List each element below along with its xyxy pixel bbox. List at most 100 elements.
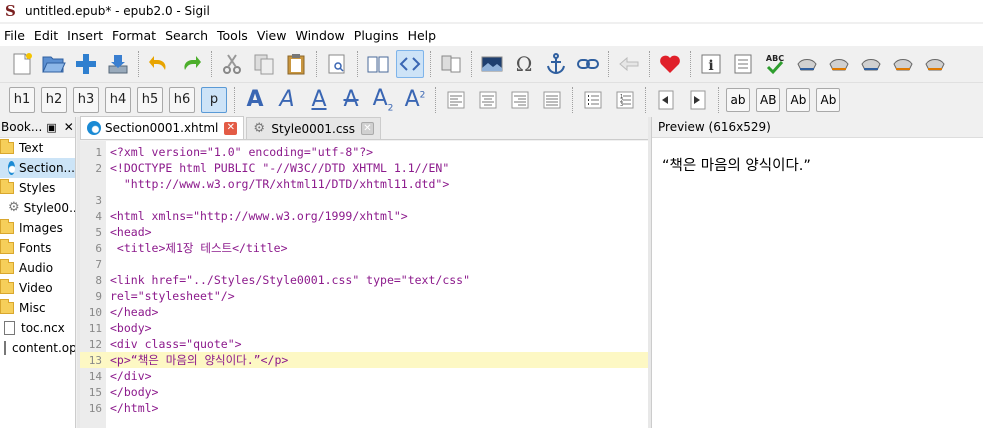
print-preview-button[interactable]: [323, 50, 351, 78]
align-left-icon: [447, 91, 465, 108]
heading-3-button[interactable]: h3: [73, 86, 99, 113]
toolbar-separator: [430, 51, 431, 77]
toolbar-separator: [435, 86, 436, 113]
italic-button[interactable]: A: [274, 87, 300, 113]
spellcheck-button[interactable]: ABC: [761, 50, 789, 78]
heading-5-button[interactable]: h5: [137, 86, 163, 113]
menu-format[interactable]: Format: [108, 28, 160, 43]
menu-view[interactable]: View: [253, 28, 291, 43]
menu-search[interactable]: Search: [161, 28, 212, 43]
titlecase-button[interactable]: Ab: [786, 87, 811, 112]
menu-plugins[interactable]: Plugins: [350, 28, 403, 43]
split-button[interactable]: [437, 50, 465, 78]
tab-label: Section0001.xhtml: [105, 121, 219, 135]
plugin-4-button[interactable]: [889, 50, 917, 78]
align-left-button[interactable]: [442, 86, 470, 114]
bullet-list-button[interactable]: [579, 86, 607, 114]
insert-image-button[interactable]: [478, 50, 506, 78]
heading-4-button[interactable]: h4: [105, 86, 131, 113]
tab-section0001[interactable]: Section0001.xhtml ✕: [80, 116, 245, 139]
menu-edit[interactable]: Edit: [30, 28, 62, 43]
lowercase-button[interactable]: ab: [726, 87, 750, 112]
line-number: 9: [95, 289, 102, 303]
code-line: 6 <title>제1장 테스트</title>: [80, 240, 648, 256]
tree-item-content-opf[interactable]: content.opf: [0, 338, 75, 358]
plugin-2-button[interactable]: [825, 50, 853, 78]
plugin-5-button[interactable]: [921, 50, 949, 78]
decrease-indent-icon: [658, 90, 674, 109]
tree-item-fonts[interactable]: Fonts: [0, 238, 75, 258]
tree-item-label: Fonts: [19, 241, 52, 255]
close-panel-icon[interactable]: ✕: [64, 120, 74, 134]
subscript-button[interactable]: A2: [370, 86, 396, 113]
split-pages-icon: [441, 55, 461, 73]
paste-button[interactable]: [282, 50, 310, 78]
strikethrough-button[interactable]: A: [338, 87, 364, 113]
insert-link-button[interactable]: [574, 50, 602, 78]
back-button[interactable]: [615, 50, 643, 78]
undock-icon[interactable]: ▣: [46, 121, 56, 134]
insert-special-char-button[interactable]: Ω: [510, 50, 538, 78]
code-line: 11 <body>: [80, 320, 648, 336]
tree-item-toc[interactable]: toc.ncx: [0, 318, 75, 338]
tab-style0001[interactable]: ⚙ Style0001.css ✕: [246, 117, 381, 139]
align-right-button[interactable]: [506, 86, 534, 114]
increase-indent-button[interactable]: [684, 86, 712, 114]
redo-button[interactable]: [177, 50, 205, 78]
decrease-indent-button[interactable]: [652, 86, 680, 114]
align-center-icon: [479, 91, 497, 108]
cut-button[interactable]: [218, 50, 246, 78]
close-tab-icon[interactable]: ✕: [360, 122, 374, 135]
tree-item-text[interactable]: Text: [0, 138, 75, 158]
copy-button[interactable]: [250, 50, 278, 78]
uppercase-button[interactable]: AB: [756, 87, 781, 112]
tree-item-style[interactable]: ⚙ Style00...: [0, 198, 75, 218]
menu-tools[interactable]: Tools: [213, 28, 252, 43]
code-line: 9 rel="stylesheet"/>: [80, 288, 648, 304]
plugin-1-button[interactable]: [793, 50, 821, 78]
undo-button[interactable]: [145, 50, 173, 78]
paragraph-button[interactable]: p: [201, 86, 227, 113]
capitalize-button[interactable]: Ab: [816, 87, 841, 112]
code-view-button[interactable]: [396, 50, 424, 78]
numbered-list-button[interactable]: 123: [611, 86, 639, 114]
menu-help[interactable]: Help: [404, 28, 441, 43]
tree-item-video[interactable]: Video: [0, 278, 75, 298]
menu-file[interactable]: File: [0, 28, 29, 43]
menu-bar: File Edit Insert Format Search Tools Vie…: [0, 24, 983, 46]
heading-1-button[interactable]: h1: [9, 86, 35, 113]
code-editor[interactable]: 1 <?xml version="1.0" encoding="utf-8"?> …: [80, 141, 648, 428]
open-file-button[interactable]: [40, 50, 68, 78]
save-button[interactable]: [104, 50, 132, 78]
bold-button[interactable]: A: [242, 87, 268, 113]
plus-icon: [76, 54, 96, 74]
tree-item-audio[interactable]: Audio: [0, 258, 75, 278]
insert-anchor-button[interactable]: [542, 50, 570, 78]
menu-window[interactable]: Window: [291, 28, 348, 43]
tree-item-styles[interactable]: Styles: [0, 178, 75, 198]
new-file-button[interactable]: [8, 50, 36, 78]
heading-2-button[interactable]: h2: [41, 86, 67, 113]
close-tab-icon[interactable]: ✕: [224, 121, 238, 135]
tree-item-misc[interactable]: Misc: [0, 298, 75, 318]
justify-button[interactable]: [538, 86, 566, 114]
tree-item-images[interactable]: Images: [0, 218, 75, 238]
code-text: <!DOCTYPE html PUBLIC "-//W3C//DTD XHTML…: [110, 161, 450, 175]
tree-item-section[interactable]: Section...: [0, 158, 75, 178]
toc-button[interactable]: [729, 50, 757, 78]
html-file-icon: [8, 161, 15, 175]
line-number: 2: [95, 161, 102, 175]
donate-button[interactable]: [656, 50, 684, 78]
superscript-button[interactable]: A2: [402, 87, 428, 113]
underline-button[interactable]: A: [306, 87, 332, 113]
heading-6-button[interactable]: h6: [169, 86, 195, 113]
menu-insert[interactable]: Insert: [63, 28, 107, 43]
book-view-button[interactable]: [364, 50, 392, 78]
code-text: <link href="../Styles/Style0001.css" typ…: [110, 273, 471, 287]
justify-icon: [543, 91, 561, 108]
toolbar-separator: [645, 86, 646, 113]
add-file-button[interactable]: [72, 50, 100, 78]
metadata-button[interactable]: i: [697, 50, 725, 78]
plugin-3-button[interactable]: [857, 50, 885, 78]
align-center-button[interactable]: [474, 86, 502, 114]
